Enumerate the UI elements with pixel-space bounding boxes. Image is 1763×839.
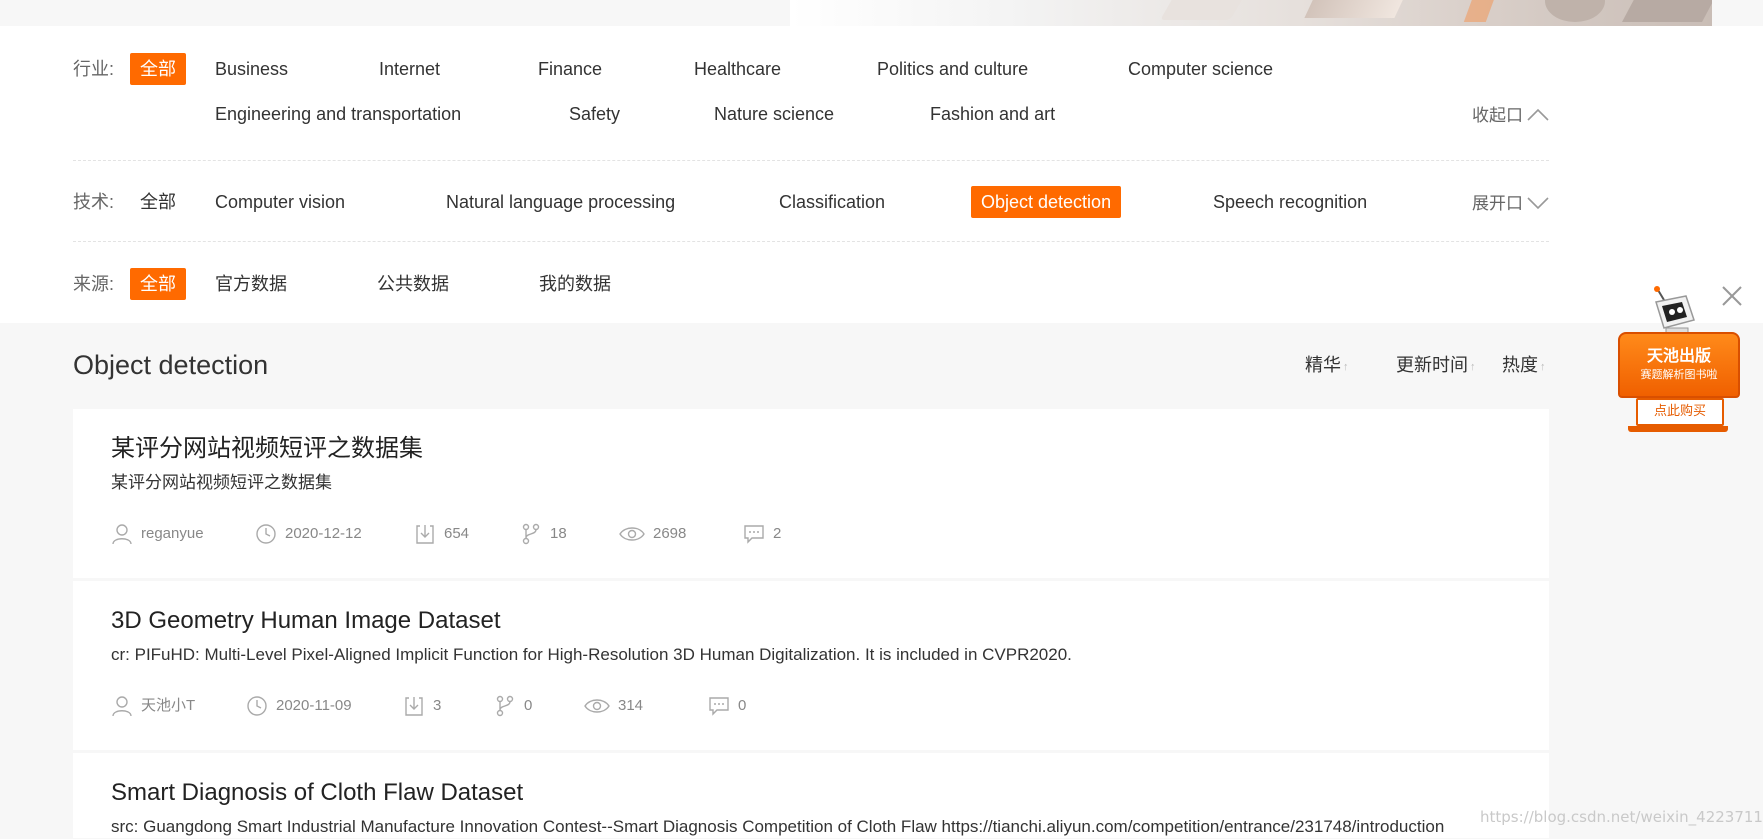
watermark: https://blog.csdn.net/weixin_42237113 <box>1480 808 1763 826</box>
promo-board: 天池出版 赛题解析图书啦 <box>1618 332 1740 398</box>
dataset-views: 314 <box>584 693 643 719</box>
dataset-comments: 2 <box>743 521 781 547</box>
dataset-downloads: 654 <box>414 521 469 547</box>
comment-icon <box>744 525 764 544</box>
promo-subline: 赛题解析图书啦 <box>1640 368 1718 381</box>
tech-chip-classification[interactable]: Classification <box>779 190 885 214</box>
filter-panel: 行业: 全部 Business Internet Finance Healthc… <box>0 26 1763 323</box>
clock-icon <box>256 524 276 544</box>
promo-banner[interactable]: 天池出版 赛题解析图书啦 点此购买 <box>1614 286 1744 446</box>
dataset-views: 2698 <box>619 521 686 547</box>
industry-chip-politics-culture[interactable]: Politics and culture <box>877 57 1028 81</box>
clock-icon <box>247 696 267 716</box>
dataset-card[interactable]: 某评分网站视频短评之数据集 某评分网站视频短评之数据集 reganyue 202… <box>73 409 1549 578</box>
dataset-card[interactable]: 3D Geometry Human Image Dataset cr: PIFu… <box>73 581 1549 750</box>
dataset-title[interactable]: 3D Geometry Human Image Dataset <box>111 605 501 637</box>
user-icon <box>112 524 132 545</box>
robot-mascot-icon <box>1654 286 1695 337</box>
industry-all-chip[interactable]: 全部 <box>130 53 186 85</box>
eye-icon <box>619 527 645 541</box>
industry-chip-nature-science[interactable]: Nature science <box>714 102 834 126</box>
chevron-up-icon <box>1527 105 1549 129</box>
source-all-chip[interactable]: 全部 <box>130 268 186 300</box>
tech-chip-speech-recognition[interactable]: Speech recognition <box>1213 190 1367 214</box>
results-title: Object detection <box>73 350 269 380</box>
dataset-author[interactable]: 天池小T <box>111 693 195 719</box>
industry-chip-fashion-art[interactable]: Fashion and art <box>930 102 1055 126</box>
dataset-forks: 18 <box>520 521 567 547</box>
dataset-description: 某评分网站视频短评之数据集 <box>111 473 332 492</box>
eye-icon <box>584 699 610 713</box>
comment-icon <box>709 697 729 716</box>
sort-popularity[interactable]: 热度 ↑ <box>1502 352 1546 380</box>
download-icon <box>416 525 434 544</box>
industry-chip-internet[interactable]: Internet <box>379 57 440 81</box>
industry-chip-healthcare[interactable]: Healthcare <box>694 57 781 81</box>
download-icon <box>405 697 423 716</box>
promo-buy-button[interactable]: 点此购买 <box>1636 398 1724 426</box>
chevron-down-icon <box>1527 193 1549 217</box>
tech-label: 技术: <box>73 192 115 212</box>
source-filter-row: 来源: 全部 官方数据 公共数据 我的数据 <box>73 242 1549 322</box>
source-chip-official[interactable]: 官方数据 <box>215 272 287 296</box>
tech-all-chip[interactable]: 全部 <box>140 190 176 214</box>
source-chip-mine[interactable]: 我的数据 <box>539 272 611 296</box>
dataset-forks: 0 <box>494 693 532 719</box>
collapse-toggle[interactable]: 收起口 <box>1472 104 1549 129</box>
dataset-date: 2020-12-12 <box>255 521 362 547</box>
top-banner-image <box>790 0 1712 26</box>
tech-chip-object-detection[interactable]: Object detection <box>971 186 1122 218</box>
industry-chip-finance[interactable]: Finance <box>538 57 602 81</box>
dataset-description: cr: PIFuHD: Multi-Level Pixel-Aligned Im… <box>111 645 1072 664</box>
fork-icon <box>522 523 540 545</box>
sort-arrow-icon: ↑ <box>1343 361 1349 373</box>
tech-chip-computer-vision[interactable]: Computer vision <box>215 190 345 214</box>
dataset-title[interactable]: 某评分网站视频短评之数据集 <box>111 433 423 465</box>
dataset-description: src: Guangdong Smart Industrial Manufact… <box>111 817 1445 836</box>
sort-arrow-icon: ↑ <box>1470 361 1476 373</box>
source-label: 来源: <box>73 274 115 294</box>
industry-filter-row: 行业: 全部 Business Internet Finance Healthc… <box>73 48 1549 161</box>
user-icon <box>112 696 132 717</box>
industry-chip-business[interactable]: Business <box>215 57 288 81</box>
dataset-comments: 0 <box>708 693 746 719</box>
industry-chip-engineering-transportation[interactable]: Engineering and transportation <box>215 102 461 126</box>
fork-icon <box>496 695 514 717</box>
dataset-card[interactable]: Smart Diagnosis of Cloth Flaw Dataset sr… <box>73 753 1549 838</box>
industry-chip-safety[interactable]: Safety <box>569 102 620 126</box>
promo-base <box>1628 426 1728 432</box>
tech-filter-row: 技术: 全部 Computer vision Natural language … <box>73 161 1549 242</box>
tech-chip-nlp[interactable]: Natural language processing <box>446 190 675 214</box>
promo-headline: 天池出版 <box>1646 346 1711 365</box>
sort-arrow-icon: ↑ <box>1540 361 1546 373</box>
source-chip-public[interactable]: 公共数据 <box>377 272 449 296</box>
dataset-date: 2020-11-09 <box>246 693 352 719</box>
industry-chip-computer-science[interactable]: Computer science <box>1128 57 1273 81</box>
sort-update-time[interactable]: 更新时间 ↑ <box>1396 352 1476 380</box>
dataset-author[interactable]: reganyue <box>111 521 204 547</box>
sort-featured[interactable]: 精华 ↑ <box>1305 352 1349 380</box>
dataset-downloads: 3 <box>403 693 441 719</box>
dataset-title[interactable]: Smart Diagnosis of Cloth Flaw Dataset <box>111 777 523 809</box>
industry-label: 行业: <box>73 59 115 79</box>
expand-toggle[interactable]: 展开口 <box>1472 192 1549 217</box>
